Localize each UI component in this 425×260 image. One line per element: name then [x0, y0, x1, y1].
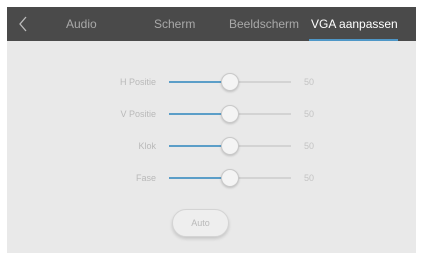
h-positie-label: H Positie [119, 77, 156, 87]
top-navigation-bar: Audio Scherm Beeldscherm VGA aanpassen [7, 7, 416, 41]
h-positie-slider[interactable] [169, 72, 291, 92]
tab-scherm[interactable]: Scherm [154, 7, 195, 41]
chevron-left-icon [19, 16, 27, 32]
h-positie-value: 50 [304, 77, 315, 87]
klok-row: Klok 50 [7, 136, 416, 156]
v-positie-row: V Positie 50 [7, 104, 416, 124]
auto-button[interactable]: Auto [172, 209, 229, 237]
slider-thumb[interactable] [221, 105, 239, 123]
slider-thumb[interactable] [221, 137, 239, 155]
klok-value: 50 [304, 141, 315, 151]
v-positie-label: V Positie [120, 109, 156, 119]
h-positie-row: H Positie 50 [7, 72, 416, 92]
fase-label: Fase [135, 173, 156, 183]
klok-label: Klok [138, 141, 156, 151]
fase-value: 50 [304, 173, 315, 183]
tab-vga-aanpassen[interactable]: VGA aanpassen [311, 7, 398, 41]
klok-slider[interactable] [169, 136, 291, 156]
back-button[interactable] [15, 13, 31, 35]
v-positie-value: 50 [304, 109, 315, 119]
active-tab-indicator [309, 39, 398, 41]
slider-thumb[interactable] [221, 73, 239, 91]
tab-audio[interactable]: Audio [66, 7, 97, 41]
slider-thumb[interactable] [221, 169, 239, 187]
fase-row: Fase 50 [7, 168, 416, 188]
tab-beeldscherm[interactable]: Beeldscherm [229, 7, 299, 41]
settings-window: Audio Scherm Beeldscherm VGA aanpassen H… [7, 7, 416, 253]
fase-slider[interactable] [169, 168, 291, 188]
v-positie-slider[interactable] [169, 104, 291, 124]
